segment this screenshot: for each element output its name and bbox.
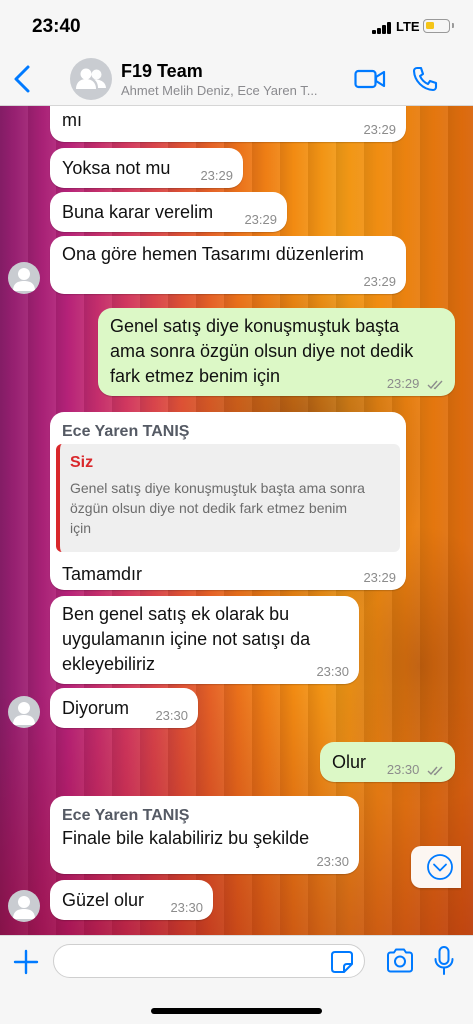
message-bubble-outgoing[interactable]: Genel satış diye konuşmuştuk başta ama s… — [98, 308, 455, 396]
message-text: Tamamdır — [62, 564, 143, 584]
read-receipt-icon — [427, 380, 443, 390]
chat-title[interactable]: F19 Team — [121, 61, 203, 82]
message-bubble-outgoing[interactable]: Olur 23:30 — [320, 742, 455, 782]
message-time: 23:29 — [200, 168, 233, 183]
chat-members[interactable]: Ahmet Melih Deniz, Ece Yaren T... — [121, 83, 341, 98]
camera-button[interactable] — [385, 948, 415, 974]
message-meta: 23:30 — [387, 762, 445, 777]
message-bubble[interactable]: Ben genel satış ek olarak bu uygulamanın… — [50, 596, 359, 684]
quoted-author: Siz — [70, 454, 94, 471]
back-button[interactable] — [8, 60, 38, 98]
message-text: Ona göre hemen Tasarımı düzenlerim — [62, 244, 364, 264]
message-time: 23:29 — [363, 274, 396, 289]
message-input[interactable] — [53, 944, 365, 978]
message-time: 23:30 — [155, 708, 188, 723]
message-text: Finale bile kalabiliriz bu şekilde — [62, 828, 310, 848]
message-text: Buna karar verelim — [62, 202, 214, 222]
scroll-to-bottom-button[interactable] — [411, 846, 461, 888]
network-type: LTE — [396, 19, 420, 34]
status-time: 23:40 — [32, 16, 81, 37]
message-text: Güzel olur — [62, 890, 145, 910]
person-icon — [13, 896, 35, 919]
chevron-left-icon — [14, 65, 30, 93]
person-icon — [13, 268, 35, 291]
person-icon — [13, 702, 35, 725]
quoted-text-line: Genel satış diye konuşmuştuk başta ama s… — [70, 480, 365, 496]
message-bubble[interactable]: Ona göre hemen Tasarımı düzenlerim 23:29 — [50, 236, 406, 294]
message-time: 23:29 — [244, 212, 277, 227]
battery-icon — [423, 19, 454, 33]
message-text-line: Genel satış diye konuşmuştuk başta — [110, 316, 400, 336]
message-bubble[interactable]: Buna karar verelim 23:29 — [50, 192, 287, 232]
video-call-button[interactable] — [354, 67, 386, 91]
quoted-text-line: için — [70, 520, 92, 536]
message-bubble[interactable]: Güzel olur 23:30 — [50, 880, 213, 920]
message-text-line: ama sonra özgün olsun diye not dedik — [110, 341, 414, 361]
message-text-line: fark etmez benim için — [110, 366, 281, 386]
sender-avatar[interactable] — [8, 262, 40, 294]
home-indicator — [151, 1008, 322, 1014]
message-text-line: uygulamanın içine not satışı da — [62, 629, 311, 649]
voice-call-button[interactable] — [411, 65, 439, 93]
message-composer — [0, 935, 473, 1024]
status-bar: 23:40 LTE — [0, 0, 473, 52]
sender-avatar[interactable] — [8, 696, 40, 728]
message-time: 23:30 — [170, 900, 203, 915]
read-receipt-icon — [427, 766, 443, 776]
sender-name[interactable]: Ece Yaren TANIŞ — [62, 803, 189, 828]
sender-avatar[interactable] — [8, 890, 40, 922]
video-camera-icon — [354, 69, 386, 89]
message-text: mı — [62, 110, 82, 130]
message-time: 23:29 — [386, 376, 420, 391]
message-time: 23:30 — [316, 854, 349, 869]
chevron-down-circle-icon — [427, 854, 453, 880]
message-text: Olur — [332, 752, 367, 772]
message-bubble[interactable]: mı 23:29 — [50, 106, 406, 142]
message-text-line: ekleyebiliriz — [62, 654, 156, 674]
message-time: 23:29 — [363, 122, 396, 137]
message-time: 23:29 — [363, 570, 396, 585]
chat-header: F19 Team Ahmet Melih Deniz, Ece Yaren T.… — [0, 52, 473, 106]
group-avatar[interactable] — [70, 58, 112, 100]
camera-icon — [387, 948, 413, 973]
message-bubble[interactable]: Yoksa not mu 23:29 — [50, 148, 243, 188]
group-icon — [76, 68, 106, 89]
attach-button[interactable] — [12, 948, 40, 976]
message-time: 23:30 — [386, 762, 420, 777]
signal-strength-icon — [372, 22, 392, 34]
message-bubble[interactable]: Diyorum 23:30 — [50, 688, 198, 728]
message-text: Yoksa not mu — [62, 158, 171, 178]
quoted-message[interactable]: Siz Genel satış diye konuşmuştuk başta a… — [56, 444, 400, 552]
microphone-button[interactable] — [432, 945, 456, 977]
message-meta: 23:29 — [387, 376, 445, 391]
plus-icon — [13, 949, 39, 975]
message-text: Diyorum — [62, 698, 130, 718]
quoted-text-line: özgün olsun diye not dedik fark etmez be… — [70, 500, 348, 516]
message-bubble[interactable]: Ece Yaren TANIŞ Finale bile kalabiliriz … — [50, 796, 359, 874]
phone-icon — [412, 66, 438, 92]
message-bubble-reply[interactable]: Ece Yaren TANIŞ Siz Genel satış diye kon… — [50, 412, 406, 590]
message-time: 23:30 — [316, 664, 349, 679]
message-text-line: Ben genel satış ek olarak bu — [62, 604, 290, 624]
chat-background: mı 23:29 Yoksa not mu 23:29 Buna karar v… — [0, 106, 473, 935]
sticker-button[interactable] — [330, 950, 354, 974]
microphone-icon — [434, 946, 454, 975]
sender-name[interactable]: Ece Yaren TANIŞ — [62, 419, 189, 444]
sticker-icon — [331, 951, 353, 973]
